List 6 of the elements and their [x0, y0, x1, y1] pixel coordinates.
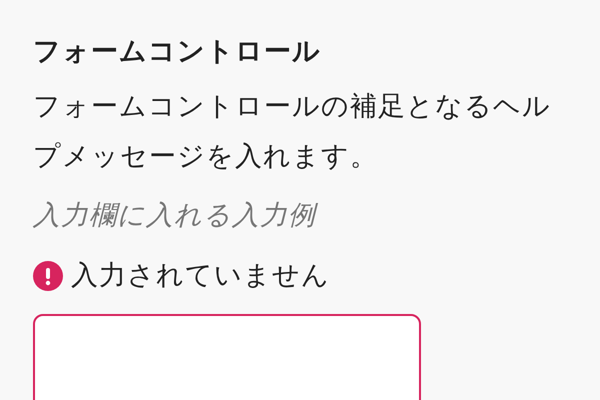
- help-text: フォームコントロールの補足となるヘルプメッセージを入れます。: [33, 90, 552, 174]
- example-text: 入力欄に入れる入力例: [33, 199, 319, 233]
- error-icon: [33, 261, 63, 291]
- error-message: 入力されていません: [71, 259, 330, 293]
- field-label: フォームコントロール: [33, 35, 322, 69]
- input-field[interactable]: [33, 314, 421, 400]
